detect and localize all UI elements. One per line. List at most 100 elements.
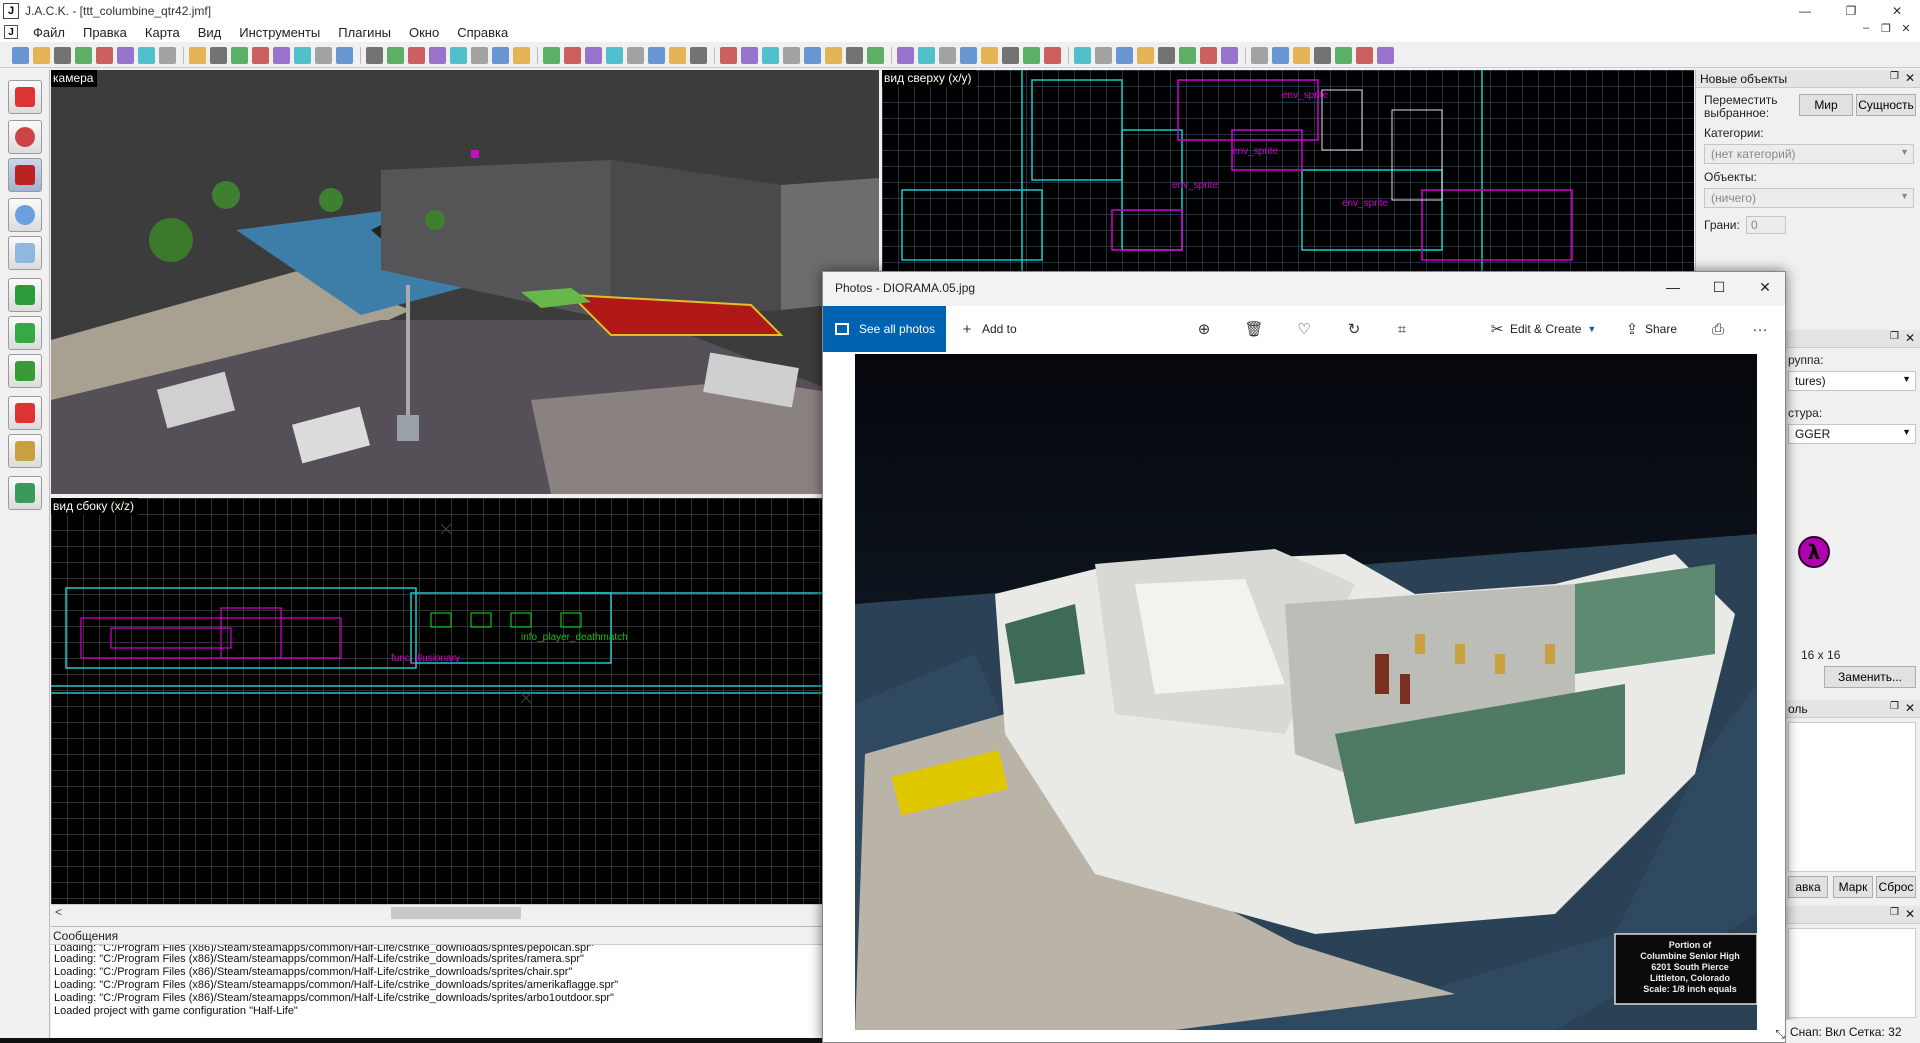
favorite-button[interactable]: ♡	[1295, 306, 1313, 352]
toolbar-tool-icon[interactable]	[492, 47, 509, 64]
toolbar-tool-icon[interactable]	[741, 47, 758, 64]
close-button[interactable]: ✕	[1874, 0, 1920, 22]
see-all-photos-button[interactable]: See all photos	[823, 306, 946, 352]
side-viewport[interactable]: вид сбоку (x/z) func_illusionary info_pl…	[51, 498, 822, 904]
entity-button[interactable]: Сущность	[1856, 94, 1916, 116]
toolbar-tool-icon[interactable]	[1137, 47, 1154, 64]
toolbar-tool-icon[interactable]	[960, 47, 977, 64]
photos-minimize-button[interactable]: —	[1663, 279, 1683, 295]
maximize-button[interactable]: ❐	[1828, 0, 1874, 22]
toolbar-tool-icon[interactable]	[210, 47, 227, 64]
toolbar-tool-icon[interactable]	[429, 47, 446, 64]
toolbar-tool-icon[interactable]	[1293, 47, 1310, 64]
world-button[interactable]: Мир	[1799, 94, 1853, 116]
add-to-button[interactable]: + Add to	[958, 306, 1017, 352]
toolbar-tool-icon[interactable]	[1023, 47, 1040, 64]
toolbar-tool-icon[interactable]	[981, 47, 998, 64]
toolbar-tool-icon[interactable]	[939, 47, 956, 64]
top-viewport[interactable]: вид сверху (x/y) env_sprite env_sprite e…	[882, 70, 1694, 272]
toolbar-tool-icon[interactable]	[231, 47, 248, 64]
side-viewport-scrollbar[interactable]: <	[51, 904, 822, 920]
minimize-button[interactable]: —	[1782, 0, 1828, 22]
camera-viewport[interactable]: камера	[51, 70, 879, 494]
pin-icon[interactable]: ❐	[1890, 71, 1899, 82]
toolbar-tool-icon[interactable]	[585, 47, 602, 64]
reset-button[interactable]: Сброс	[1876, 876, 1916, 898]
visgroup-list[interactable]	[1788, 722, 1916, 872]
toolbar-tool-icon[interactable]	[408, 47, 425, 64]
toolbar-tool-icon[interactable]	[366, 47, 383, 64]
mark-button[interactable]: Марк	[1833, 876, 1873, 898]
toolbar-tool-icon[interactable]	[33, 47, 50, 64]
menu-plugins[interactable]: Плагины	[329, 25, 400, 40]
block-tool-button[interactable]	[8, 236, 42, 270]
replace-button[interactable]: Заменить...	[1824, 666, 1916, 688]
resize-grip-icon[interactable]: ⤡	[1775, 1027, 1785, 1042]
toolbar-tool-icon[interactable]	[1251, 47, 1268, 64]
pin-icon[interactable]: ❐	[1890, 907, 1899, 918]
mdi-close-button[interactable]: ✕	[1896, 22, 1916, 35]
toolbar-tool-icon[interactable]	[606, 47, 623, 64]
scrollbar-thumb[interactable]	[391, 907, 521, 919]
crop-button[interactable]: ⌗	[1393, 306, 1411, 352]
toolbar-tool-icon[interactable]	[450, 47, 467, 64]
toolbar-tool-icon[interactable]	[564, 47, 581, 64]
menu-map[interactable]: Карта	[136, 25, 189, 40]
toolbar-tool-icon[interactable]	[1314, 47, 1331, 64]
toolbar-tool-icon[interactable]	[669, 47, 686, 64]
toolbar-tool-icon[interactable]	[159, 47, 176, 64]
toolbar-tool-icon[interactable]	[336, 47, 353, 64]
toolbar-tool-icon[interactable]	[96, 47, 113, 64]
apply-texture-button[interactable]	[8, 316, 42, 350]
toolbar-tool-icon[interactable]	[117, 47, 134, 64]
share-button[interactable]: ⇪ Share	[1623, 306, 1677, 352]
zoom-button[interactable]: ⊕	[1195, 306, 1213, 352]
toolbar-tool-icon[interactable]	[1074, 47, 1091, 64]
menu-help[interactable]: Справка	[448, 25, 517, 40]
pin-icon[interactable]: ❐	[1890, 331, 1899, 342]
toolbar-tool-icon[interactable]	[12, 47, 29, 64]
toolbar-tool-icon[interactable]	[75, 47, 92, 64]
toolbar-tool-icon[interactable]	[918, 47, 935, 64]
toolbar-tool-icon[interactable]	[1002, 47, 1019, 64]
toolbar-tool-icon[interactable]	[273, 47, 290, 64]
camera-tool-button[interactable]	[8, 158, 42, 192]
toolbar-tool-icon[interactable]	[1356, 47, 1373, 64]
edit-button[interactable]: авка	[1788, 876, 1828, 898]
toolbar-tool-icon[interactable]	[627, 47, 644, 64]
toolbar-tool-icon[interactable]	[1272, 47, 1289, 64]
selection-tool-button[interactable]	[8, 80, 42, 114]
decal-tool-button[interactable]	[8, 354, 42, 388]
toolbar-tool-icon[interactable]	[762, 47, 779, 64]
mdi-restore-button[interactable]: ❐	[1876, 22, 1896, 35]
photos-maximize-button[interactable]: ☐	[1709, 279, 1729, 296]
toolbar-tool-icon[interactable]	[825, 47, 842, 64]
delete-button[interactable]: 🗑	[1244, 306, 1263, 352]
toolbar-tool-icon[interactable]	[294, 47, 311, 64]
toolbar-tool-icon[interactable]	[252, 47, 269, 64]
toolbar-tool-icon[interactable]	[804, 47, 821, 64]
close-icon[interactable]: ✕	[1905, 71, 1915, 85]
menu-tools[interactable]: Инструменты	[230, 25, 329, 40]
vertex-tool-button[interactable]	[8, 434, 42, 468]
pin-icon[interactable]: ❐	[1890, 701, 1899, 712]
toolbar-tool-icon[interactable]	[387, 47, 404, 64]
scroll-left-arrow-icon[interactable]: <	[55, 905, 62, 919]
rotate-button[interactable]: ↻	[1345, 306, 1363, 352]
close-icon[interactable]: ✕	[1905, 331, 1915, 345]
mdi-minimize-button[interactable]: –	[1856, 22, 1876, 35]
toolbar-tool-icon[interactable]	[867, 47, 884, 64]
faces-spinner[interactable]: 0	[1746, 216, 1786, 234]
toolbar-tool-icon[interactable]	[690, 47, 707, 64]
toolbar-tool-icon[interactable]	[1179, 47, 1196, 64]
toolbar-tool-icon[interactable]	[1200, 47, 1217, 64]
toolbar-tool-icon[interactable]	[1158, 47, 1175, 64]
group-select[interactable]: tures) ▼	[1788, 371, 1916, 391]
toolbar-tool-icon[interactable]	[138, 47, 155, 64]
toolbar-tool-icon[interactable]	[1335, 47, 1352, 64]
entity-tool-button[interactable]	[8, 198, 42, 232]
magnify-tool-button[interactable]	[8, 120, 42, 154]
texture-tool-button[interactable]	[8, 278, 42, 312]
photos-close-button[interactable]: ✕	[1755, 279, 1775, 296]
close-icon[interactable]: ✕	[1905, 907, 1915, 921]
